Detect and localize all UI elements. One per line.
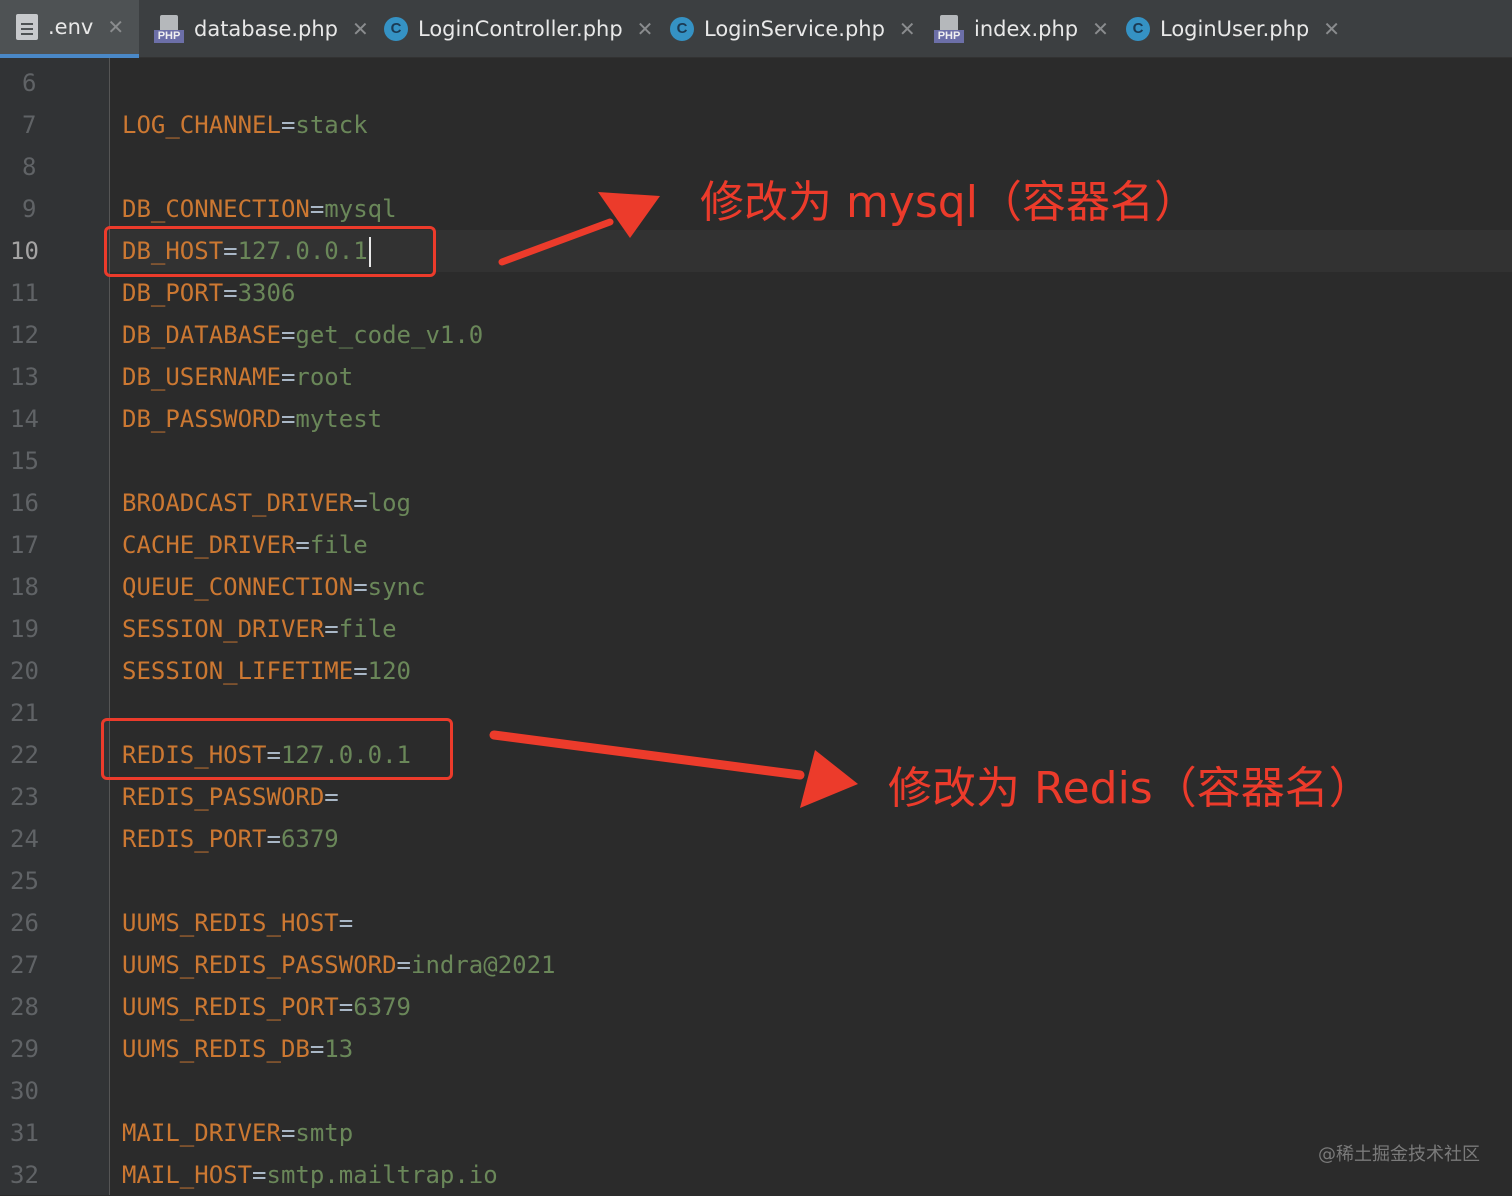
arrow-to-mysql-note	[498, 192, 660, 266]
watermark: @稀土掘金技术社区	[1318, 1144, 1480, 1165]
arrow-to-redis-note	[489, 730, 858, 808]
redis-annotation-note: 修改为 Redis（容器名）	[888, 763, 1373, 814]
mysql-annotation-note: 修改为 mysql（容器名）	[700, 177, 1198, 228]
